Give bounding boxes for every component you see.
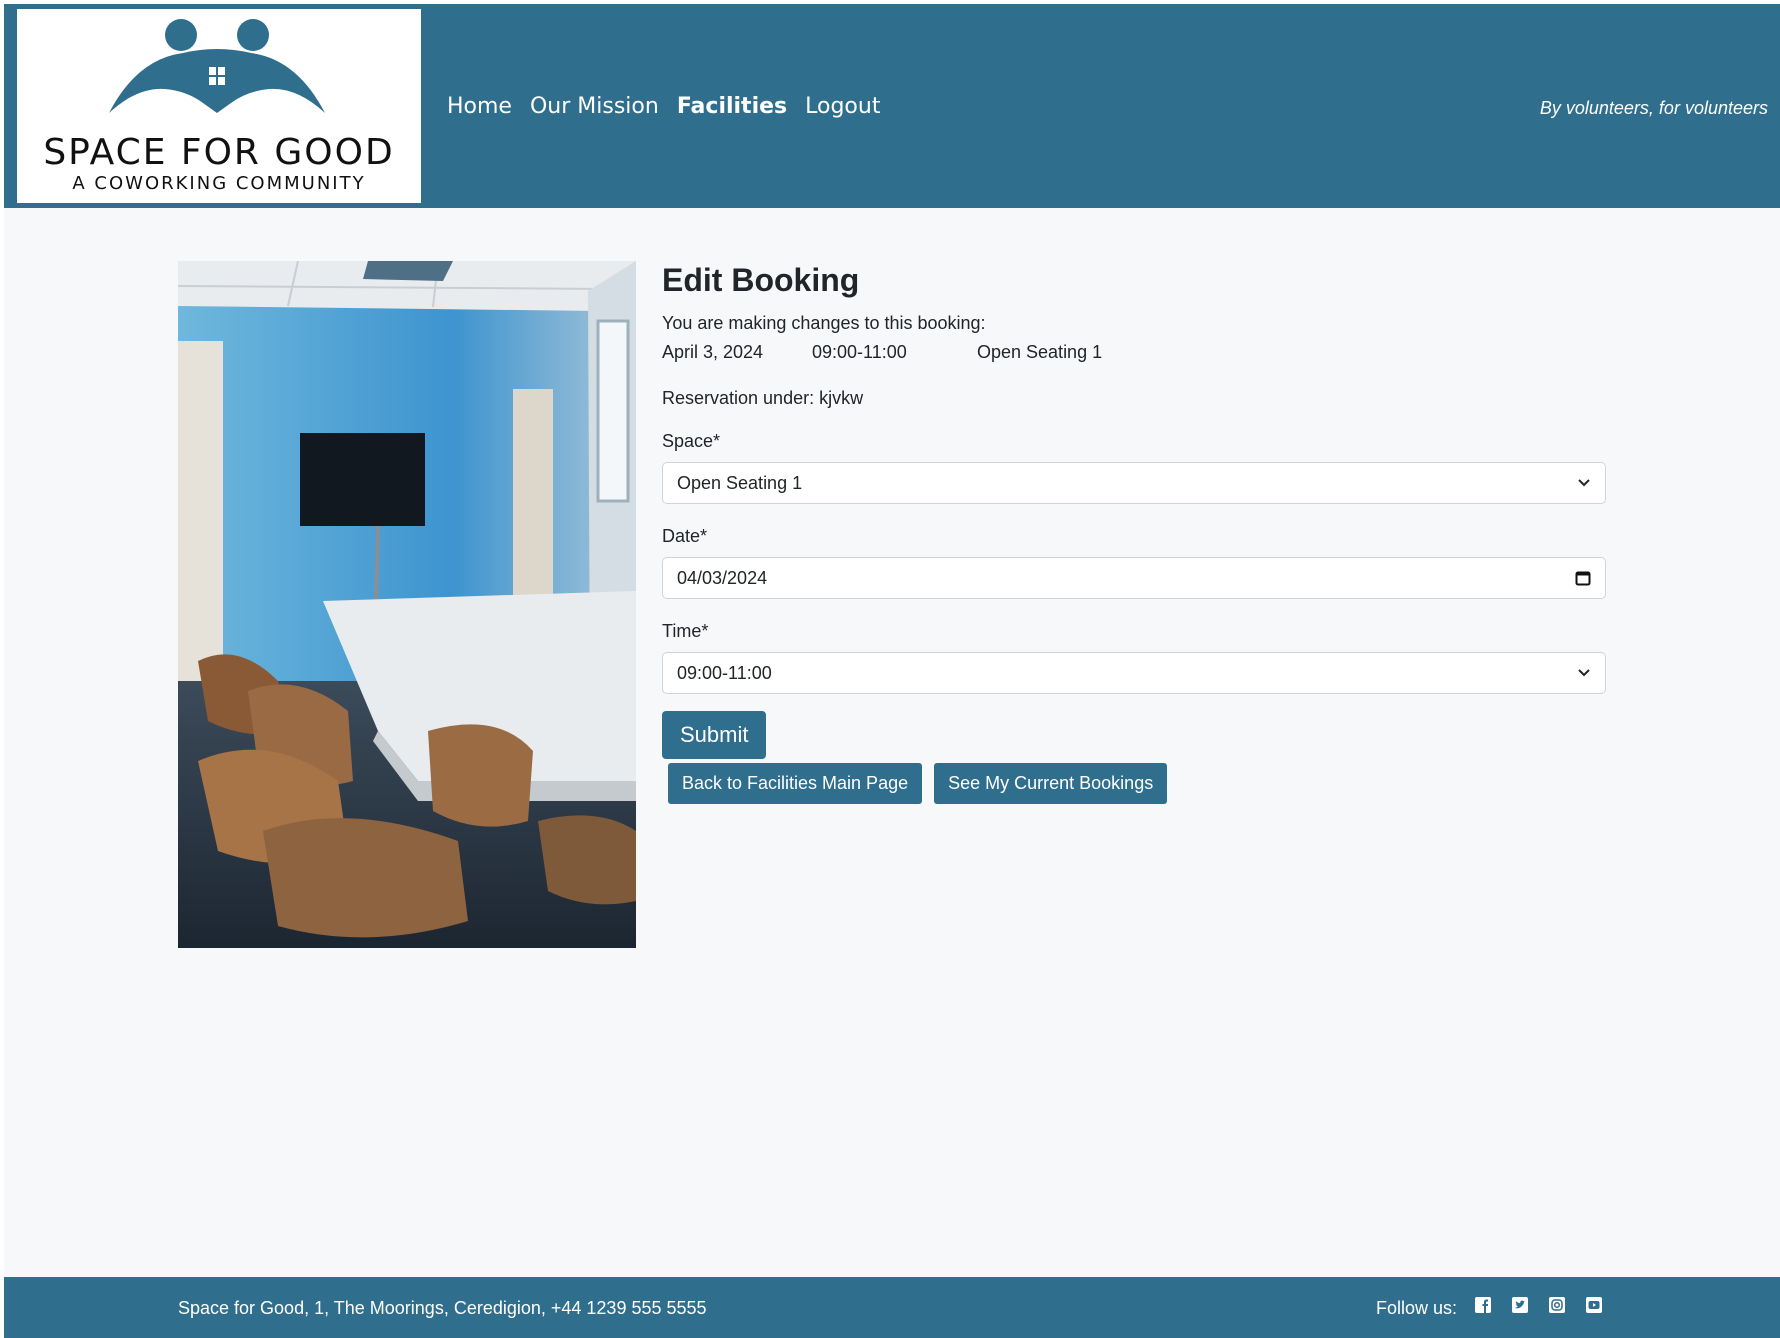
nav-facilities[interactable]: Facilities	[677, 94, 787, 119]
nav-home[interactable]: Home	[447, 94, 512, 119]
site-header: SPACE FOR GOOD A COWORKING COMMUNITY Hom…	[4, 4, 1780, 208]
booking-summary: April 3, 2024 09:00-11:00 Open Seating 1	[662, 342, 1606, 363]
time-select[interactable]: 09:00-11:00	[662, 652, 1606, 694]
date-input-value: 04/03/2024	[677, 567, 768, 588]
social-links	[1474, 1296, 1603, 1314]
time-label: Time*	[662, 621, 709, 641]
booking-time: 09:00-11:00	[812, 342, 907, 362]
date-input[interactable]: 04/03/2024	[662, 557, 1606, 599]
navigation-buttons: Back to Facilities Main Page See My Curr…	[668, 763, 1606, 804]
space-select-value: Open Seating 1	[677, 472, 803, 493]
site-footer: Space for Good, 1, The Moorings, Ceredig…	[4, 1277, 1780, 1338]
logo-title: SPACE FOR GOOD	[43, 132, 395, 173]
logo[interactable]: SPACE FOR GOOD A COWORKING COMMUNITY	[17, 9, 421, 203]
facebook-icon[interactable]	[1474, 1296, 1492, 1314]
date-label: Date*	[662, 526, 708, 546]
youtube-icon[interactable]	[1585, 1296, 1603, 1314]
page: SPACE FOR GOOD A COWORKING COMMUNITY Hom…	[4, 4, 1780, 1338]
submit-button[interactable]: Submit	[662, 711, 767, 759]
instagram-icon[interactable]	[1548, 1296, 1566, 1314]
back-to-facilities-button[interactable]: Back to Facilities Main Page	[668, 763, 923, 804]
logo-subtitle: A COWORKING COMMUNITY	[72, 173, 366, 194]
booking-space: Open Seating 1	[977, 342, 1103, 362]
page-title: Edit Booking	[662, 262, 860, 298]
nav-logout[interactable]: Logout	[805, 94, 880, 119]
nav-our-mission[interactable]: Our Mission	[530, 94, 659, 119]
reservation-owner: Reservation under: kjvkw	[662, 388, 864, 408]
time-select-value: 09:00-11:00	[677, 662, 772, 683]
intro-text: You are making changes to this booking:	[662, 313, 986, 333]
chevron-down-icon	[1577, 668, 1591, 678]
edit-booking-panel: Edit Booking You are making changes to t…	[662, 262, 1606, 804]
tagline: By volunteers, for volunteers	[1539, 98, 1768, 118]
follow-us-label: Follow us:	[1376, 1298, 1458, 1318]
space-select[interactable]: Open Seating 1	[662, 462, 1606, 504]
meeting-room-photo	[178, 261, 636, 948]
current-bookings-button[interactable]: See My Current Bookings	[934, 763, 1168, 804]
space-label: Space*	[662, 431, 721, 451]
twitter-icon[interactable]	[1511, 1296, 1529, 1314]
booking-date: April 3, 2024	[662, 342, 764, 362]
calendar-icon[interactable]	[1575, 570, 1591, 586]
chevron-down-icon	[1577, 478, 1591, 488]
footer-address: Space for Good, 1, The Moorings, Ceredig…	[178, 1298, 707, 1318]
main-nav: Home Our Mission Facilities Logout	[447, 94, 880, 119]
